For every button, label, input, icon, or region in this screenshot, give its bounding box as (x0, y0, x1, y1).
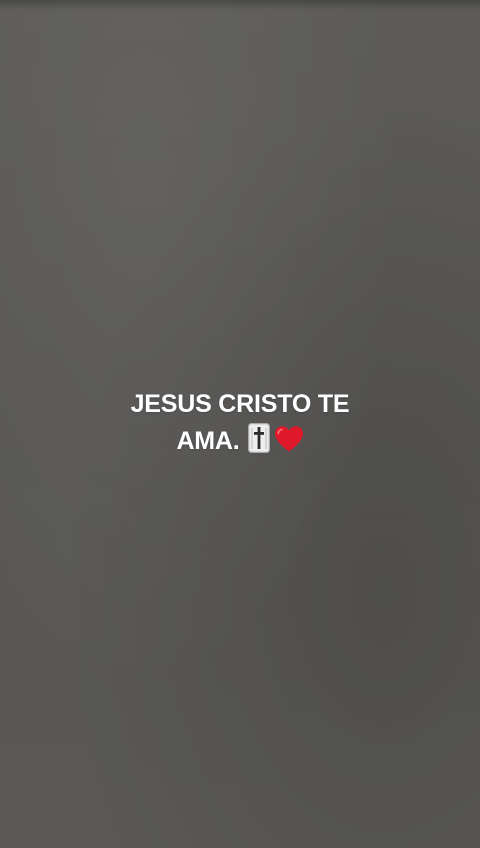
caption-line-2: AMA. (176, 427, 240, 455)
top-shadow (0, 0, 480, 10)
caption-line-1: JESUS CRISTO TE (130, 390, 350, 418)
latin-cross-icon (247, 423, 270, 453)
red-heart-icon (274, 426, 303, 452)
story-caption: JESUS CRISTO TE AMA. (90, 386, 390, 460)
caption-line-2-wrapper: AMA. (90, 423, 390, 460)
